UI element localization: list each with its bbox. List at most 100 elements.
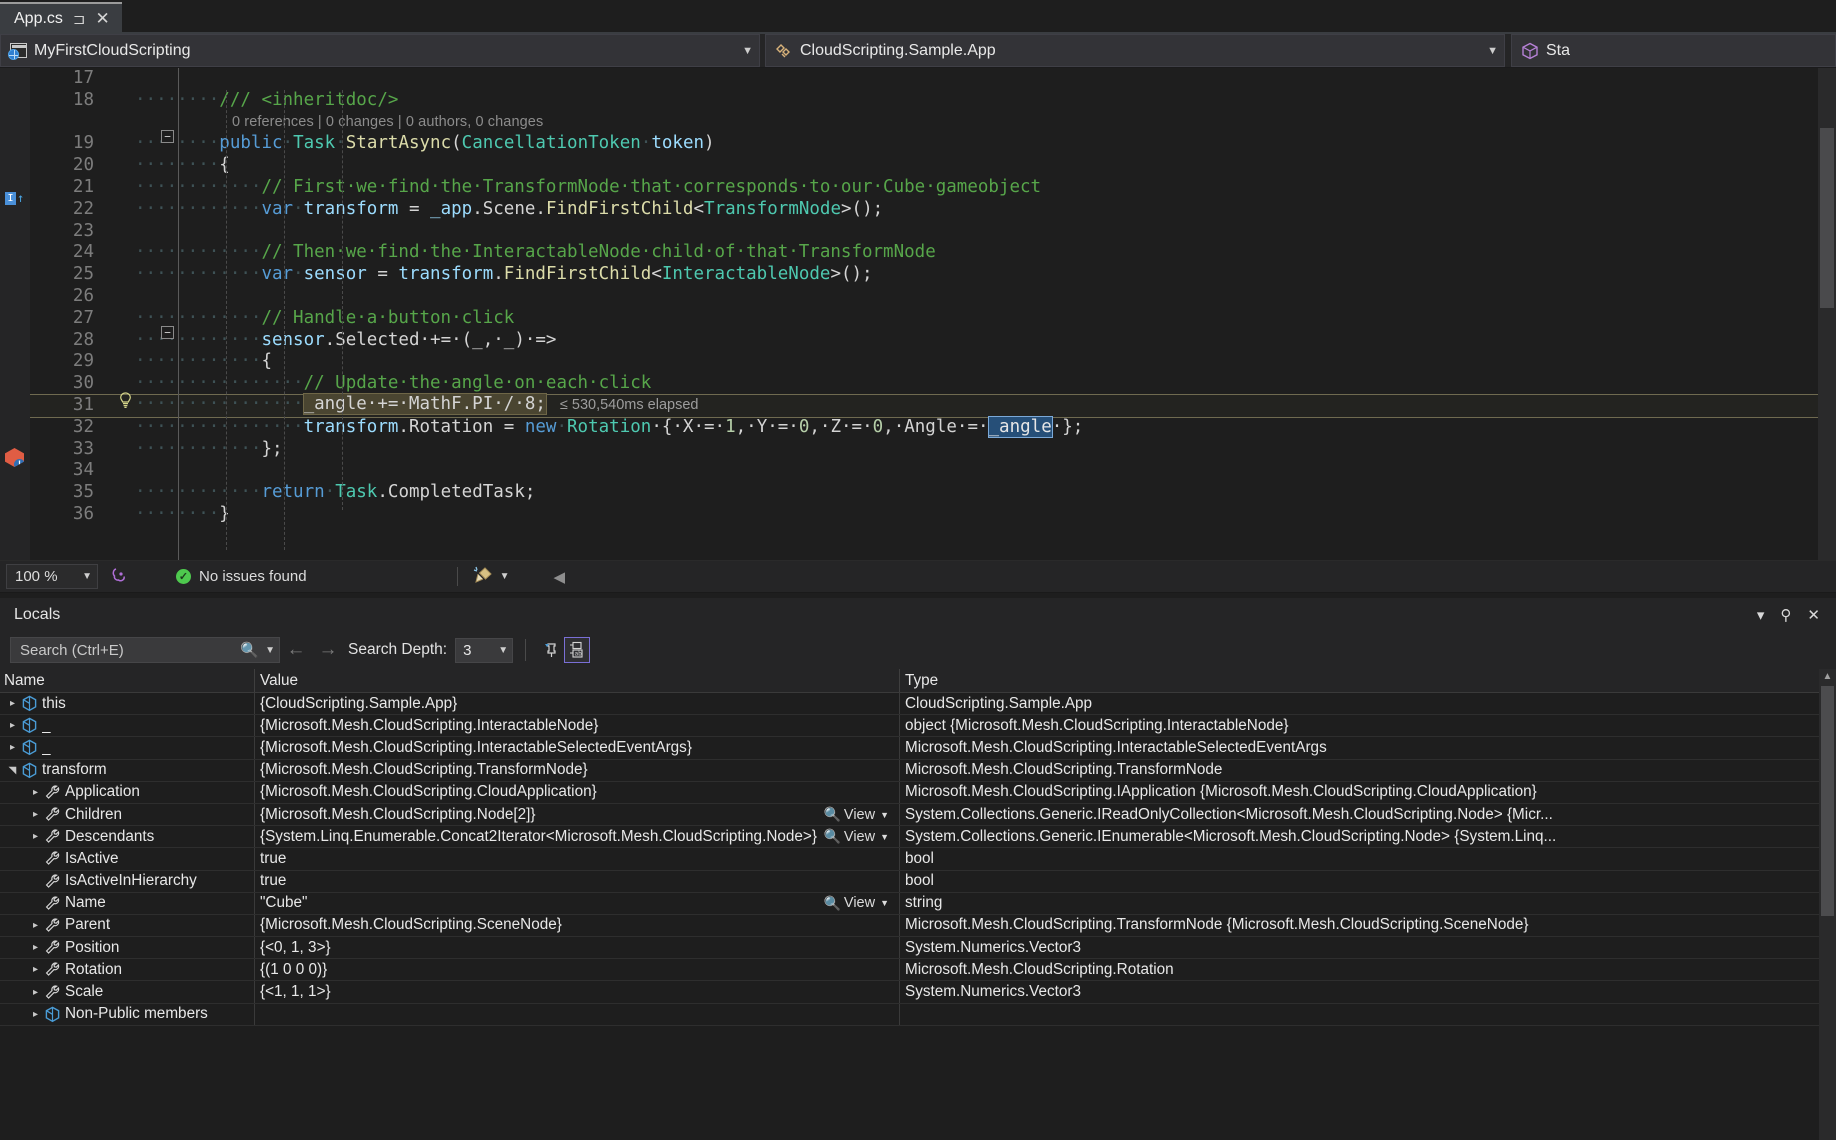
view-button[interactable]: 🔍View▼ — [823, 895, 899, 912]
cell-name[interactable]: ▸_ — [0, 737, 255, 758]
cell-name[interactable]: IsActive — [0, 848, 255, 869]
chevron-down-icon[interactable]: ▼ — [1479, 45, 1498, 57]
table-row[interactable]: ▸Parent{Microsoft.Mesh.CloudScripting.Sc… — [0, 915, 1836, 937]
cell-name[interactable]: ▸Non-Public members — [0, 1004, 255, 1025]
close-icon[interactable]: ✕ — [96, 9, 110, 29]
code-line-29[interactable]: 29············{ — [30, 351, 1836, 373]
code-line-27[interactable]: 27············// Handle·a·button·click — [30, 308, 1836, 330]
cell-value[interactable]: {(1 0 0 0)} — [255, 959, 900, 980]
expander-expand-icon[interactable]: ▸ — [27, 809, 44, 820]
view-button[interactable]: 🔍View▼ — [823, 828, 899, 845]
code-cleanup-icon[interactable] — [472, 565, 494, 589]
table-row[interactable]: ▸this{CloudScripting.Sample.App}CloudScr… — [0, 693, 1836, 715]
locals-scroll-thumb[interactable] — [1821, 686, 1834, 916]
expander-expand-icon[interactable]: ▸ — [4, 720, 21, 731]
expander-expand-icon[interactable]: ▸ — [27, 920, 44, 931]
codelens-row[interactable]: 0 references | 0 changes | 0 authors, 0 … — [30, 112, 1836, 134]
cell-name[interactable]: ◢transform — [0, 760, 255, 781]
table-row[interactable]: Name"Cube"🔍View▼string — [0, 893, 1836, 915]
conditional-breakpoint-icon[interactable] — [5, 448, 24, 467]
cell-value[interactable]: {<0, 1, 3>} — [255, 937, 900, 958]
chevron-down-icon[interactable]: ▼ — [880, 810, 889, 820]
cell-value[interactable]: {Microsoft.Mesh.CloudScripting.SceneNode… — [255, 915, 900, 936]
chevron-down-icon[interactable]: ▼ — [880, 832, 889, 842]
cell-value[interactable]: {Microsoft.Mesh.CloudScripting.Transform… — [255, 760, 900, 781]
table-row[interactable]: ▸Application{Microsoft.Mesh.CloudScripti… — [0, 782, 1836, 804]
pending-changes-icon[interactable]: I↑ — [5, 191, 24, 205]
cell-value[interactable]: {Microsoft.Mesh.CloudScripting.Node[2]}🔍… — [255, 804, 900, 825]
chevron-down-icon[interactable]: ▼ — [880, 898, 889, 908]
cell-name[interactable]: ▸this — [0, 693, 255, 714]
expander-expand-icon[interactable]: ▸ — [27, 1009, 44, 1020]
lightbulb-icon[interactable] — [118, 392, 133, 409]
code-line-28[interactable]: 28············sensor.Selected·+=·(_,·_)·… — [30, 330, 1836, 352]
code-line-35[interactable]: 35············return·Task.CompletedTask; — [30, 482, 1836, 504]
code-line-25[interactable]: 25············var·sensor = transform.Fin… — [30, 264, 1836, 286]
cell-name[interactable]: IsActiveInHierarchy — [0, 871, 255, 892]
cell-name[interactable]: ▸Children — [0, 804, 255, 825]
chevron-down-icon[interactable]: ▼ — [734, 45, 753, 57]
cell-value[interactable]: {CloudScripting.Sample.App} — [255, 693, 900, 714]
code-line-36[interactable]: 36········} — [30, 504, 1836, 526]
expander-expand-icon[interactable]: ▸ — [4, 698, 21, 709]
column-header-type[interactable]: Type — [900, 669, 1836, 692]
intellicode-icon[interactable] — [110, 565, 130, 589]
editor-surface[interactable]: 1718········/// <inheritdoc/>0 reference… — [30, 68, 1836, 560]
search-icon[interactable]: 🔍 — [240, 641, 259, 659]
view-button[interactable]: 🔍View▼ — [823, 806, 899, 823]
code-line-26[interactable]: 26 — [30, 286, 1836, 308]
window-menu-icon[interactable]: ▾ — [1757, 606, 1765, 624]
expander-expand-icon[interactable]: ▸ — [27, 787, 44, 798]
code-line-34[interactable]: 34 — [30, 460, 1836, 482]
cell-value[interactable]: {System.Linq.Enumerable.Concat2Iterator<… — [255, 826, 900, 847]
cell-value[interactable] — [255, 1004, 900, 1025]
cell-name[interactable]: ▸Application — [0, 782, 255, 803]
table-row[interactable]: IsActivetruebool — [0, 848, 1836, 870]
table-row[interactable]: ▸Position{<0, 1, 3>}System.Numerics.Vect… — [0, 937, 1836, 959]
cell-name[interactable]: ▸Rotation — [0, 959, 255, 980]
cell-name[interactable]: ▸Parent — [0, 915, 255, 936]
code-line-19[interactable]: 19········public·Task·StartAsync(Cancell… — [30, 133, 1836, 155]
code-line-24[interactable]: 24············// Then·we·find·the·Intera… — [30, 242, 1836, 264]
expander-expand-icon[interactable]: ▸ — [4, 742, 21, 753]
chevron-down-icon[interactable]: ▼ — [265, 645, 275, 656]
zoom-dropdown[interactable]: 100 % ▼ — [6, 564, 98, 589]
table-row[interactable]: ▸Descendants{System.Linq.Enumerable.Conc… — [0, 826, 1836, 848]
fold-toggle-19[interactable]: − — [161, 130, 174, 143]
table-row[interactable]: ▸Non-Public members — [0, 1004, 1836, 1026]
member-dropdown[interactable]: Sta — [1511, 34, 1836, 67]
code-line-21[interactable]: 21············// First·we·find·the·Trans… — [30, 177, 1836, 199]
expander-expand-icon[interactable]: ▸ — [27, 831, 44, 842]
cell-name[interactable]: ▸Scale — [0, 981, 255, 1002]
expander-expand-icon[interactable]: ▸ — [27, 987, 44, 998]
table-row[interactable]: ◢transform{Microsoft.Mesh.CloudScripting… — [0, 760, 1836, 782]
code-line-17[interactable]: 17 — [30, 68, 1836, 90]
search-depth-dropdown[interactable]: 3 ▼ — [455, 638, 513, 663]
code-line-33[interactable]: 33············}; — [30, 439, 1836, 461]
cell-value[interactable]: "Cube"🔍View▼ — [255, 893, 900, 914]
chevron-down-icon[interactable]: ▼ — [500, 571, 510, 582]
cell-value[interactable]: {Microsoft.Mesh.CloudScripting.Interacta… — [255, 737, 900, 758]
collapse-left-icon[interactable]: ◀ — [553, 568, 565, 586]
close-icon[interactable]: ✕ — [1807, 606, 1820, 624]
table-row[interactable]: ▸Rotation{(1 0 0 0)}Microsoft.Mesh.Cloud… — [0, 959, 1836, 981]
locals-grid[interactable]: Name Value Type ▸this{CloudScripting.Sam… — [0, 669, 1836, 1140]
project-dropdown[interactable]: MyFirstCloudScripting ▼ — [0, 34, 760, 67]
code-line-23[interactable]: 23 — [30, 221, 1836, 243]
issues-status[interactable]: ✓ No issues found — [176, 568, 307, 585]
show-raw-structure-icon[interactable]: ab — [564, 637, 590, 663]
glyph-margin[interactable]: I↑ — [0, 68, 30, 560]
cell-value[interactable]: {<1, 1, 1>} — [255, 981, 900, 1002]
code-line-31[interactable]: 31················_angle·+=·MathF.PI·/·8… — [30, 395, 1836, 417]
pin-icon[interactable]: ⊐ — [73, 10, 86, 28]
cell-name[interactable]: ▸Position — [0, 937, 255, 958]
pin-icon[interactable]: ⚲ — [1780, 606, 1791, 624]
table-row[interactable]: ▸Children{Microsoft.Mesh.CloudScripting.… — [0, 804, 1836, 826]
search-previous-button[interactable]: ← — [280, 639, 312, 661]
code-editor[interactable]: I↑ 1718········/// <inheritdoc/>0 refere… — [0, 68, 1836, 561]
editor-scroll-thumb[interactable] — [1820, 128, 1834, 308]
locals-vertical-scrollbar[interactable]: ▲ — [1819, 669, 1836, 1140]
expander-expand-icon[interactable]: ▸ — [27, 942, 44, 953]
cell-value[interactable]: {Microsoft.Mesh.CloudScripting.CloudAppl… — [255, 782, 900, 803]
code-line-20[interactable]: 20········{ — [30, 155, 1836, 177]
